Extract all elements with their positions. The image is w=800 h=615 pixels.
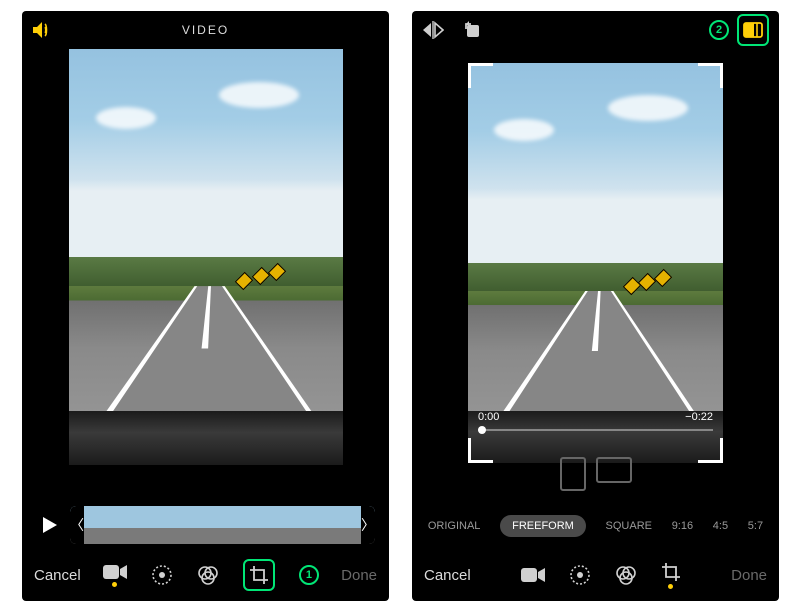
bottom-bar: Cancel Done bbox=[412, 549, 779, 601]
play-icon[interactable] bbox=[36, 512, 62, 538]
aspect-original[interactable]: ORIGINAL bbox=[428, 520, 481, 532]
trim-handle-left[interactable]: 〈 bbox=[70, 506, 84, 544]
active-dot-icon bbox=[668, 584, 673, 589]
top-bar: VIDEO bbox=[22, 11, 389, 49]
screen-crop-edit: 2 0:00 bbox=[412, 11, 779, 601]
rotate-icon[interactable] bbox=[462, 20, 482, 40]
trim-handle-right[interactable]: 〉 bbox=[361, 506, 375, 544]
aspect-5-7[interactable]: 5:7 bbox=[748, 520, 763, 532]
crop-corner-tr[interactable] bbox=[698, 63, 723, 88]
volume-icon[interactable] bbox=[32, 21, 54, 39]
flip-icon[interactable] bbox=[422, 20, 444, 40]
orientation-portrait[interactable] bbox=[560, 457, 586, 491]
timeline: 〈 〉 bbox=[36, 503, 375, 547]
cancel-button[interactable]: Cancel bbox=[34, 567, 81, 584]
crop-preview[interactable]: 0:00 −0:22 bbox=[468, 63, 723, 463]
aspect-row: ORIGINAL FREEFORM SQUARE 9:16 4:5 5:7 bbox=[412, 515, 779, 537]
tool-crop[interactable] bbox=[247, 563, 271, 587]
highlight-aspect-tool bbox=[737, 14, 769, 46]
preview-scene bbox=[69, 49, 343, 465]
bottom-bar: Cancel 1 Done bbox=[22, 549, 389, 601]
tool-adjust[interactable] bbox=[151, 564, 173, 586]
aspect-freeform[interactable]: FREEFORM bbox=[500, 515, 586, 537]
header-title: VIDEO bbox=[54, 23, 357, 37]
step-badge: 2 bbox=[709, 20, 729, 40]
tool-video[interactable] bbox=[103, 564, 127, 587]
done-button[interactable]: Done bbox=[341, 567, 377, 584]
step-badge: 1 bbox=[299, 565, 319, 585]
tool-row bbox=[521, 562, 681, 589]
orientation-landscape[interactable] bbox=[596, 457, 632, 483]
screen-video-edit: VIDEO 〈 〉 Cancel bbox=[22, 11, 389, 601]
timeline-frames[interactable]: 〈 〉 bbox=[70, 506, 375, 544]
highlight-crop-tool bbox=[243, 559, 275, 591]
aspect-4-5[interactable]: 4:5 bbox=[713, 520, 728, 532]
tool-crop[interactable] bbox=[661, 562, 681, 589]
done-button[interactable]: Done bbox=[731, 567, 767, 584]
time-current: 0:00 bbox=[478, 411, 499, 423]
tool-video[interactable] bbox=[521, 567, 545, 583]
time-overlay: 0:00 −0:22 bbox=[478, 411, 713, 431]
top-bar: 2 bbox=[412, 11, 779, 49]
cancel-button[interactable]: Cancel bbox=[424, 567, 471, 584]
active-dot-icon bbox=[112, 582, 117, 587]
scrubber-thumb[interactable] bbox=[478, 426, 486, 434]
tool-row: 1 bbox=[103, 559, 319, 591]
time-remaining: −0:22 bbox=[685, 411, 713, 423]
tool-filters[interactable] bbox=[615, 564, 637, 586]
aspect-9-16[interactable]: 9:16 bbox=[672, 520, 693, 532]
preview-scene bbox=[468, 63, 723, 463]
crop-corner-tl[interactable] bbox=[468, 63, 493, 88]
aspect-square[interactable]: SQUARE bbox=[606, 520, 652, 532]
aspect-ratio-icon[interactable] bbox=[741, 18, 765, 42]
tool-filters[interactable] bbox=[197, 564, 219, 586]
tool-adjust[interactable] bbox=[569, 564, 591, 586]
orientation-row bbox=[412, 457, 779, 491]
scrubber-track[interactable] bbox=[478, 429, 713, 431]
video-preview[interactable] bbox=[69, 49, 343, 465]
